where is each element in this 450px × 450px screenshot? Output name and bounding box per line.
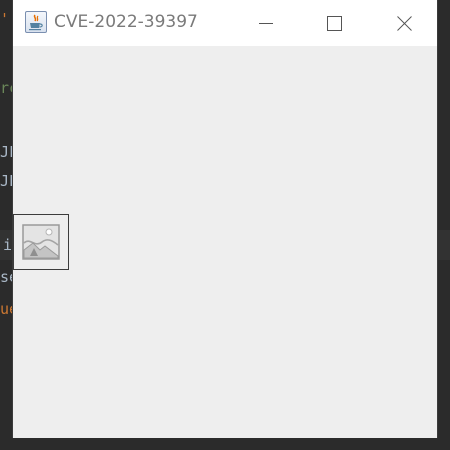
- ide-code-fragment: i: [3, 236, 13, 254]
- minimize-icon: [259, 23, 273, 24]
- maximize-icon: [327, 16, 342, 31]
- window-content: [13, 46, 437, 438]
- app-window: CVE-2022-39397: [12, 0, 438, 438]
- maximize-button[interactable]: [311, 0, 357, 46]
- window-title: CVE-2022-39397: [54, 12, 198, 32]
- ide-code-fragment: ': [0, 10, 10, 28]
- close-icon: [397, 16, 412, 31]
- close-button[interactable]: [381, 0, 427, 46]
- minimize-button[interactable]: [242, 0, 288, 46]
- broken-image-icon: [22, 224, 60, 260]
- java-app-icon[interactable]: [25, 11, 47, 33]
- image-label: [13, 214, 69, 270]
- title-bar[interactable]: CVE-2022-39397: [13, 0, 437, 46]
